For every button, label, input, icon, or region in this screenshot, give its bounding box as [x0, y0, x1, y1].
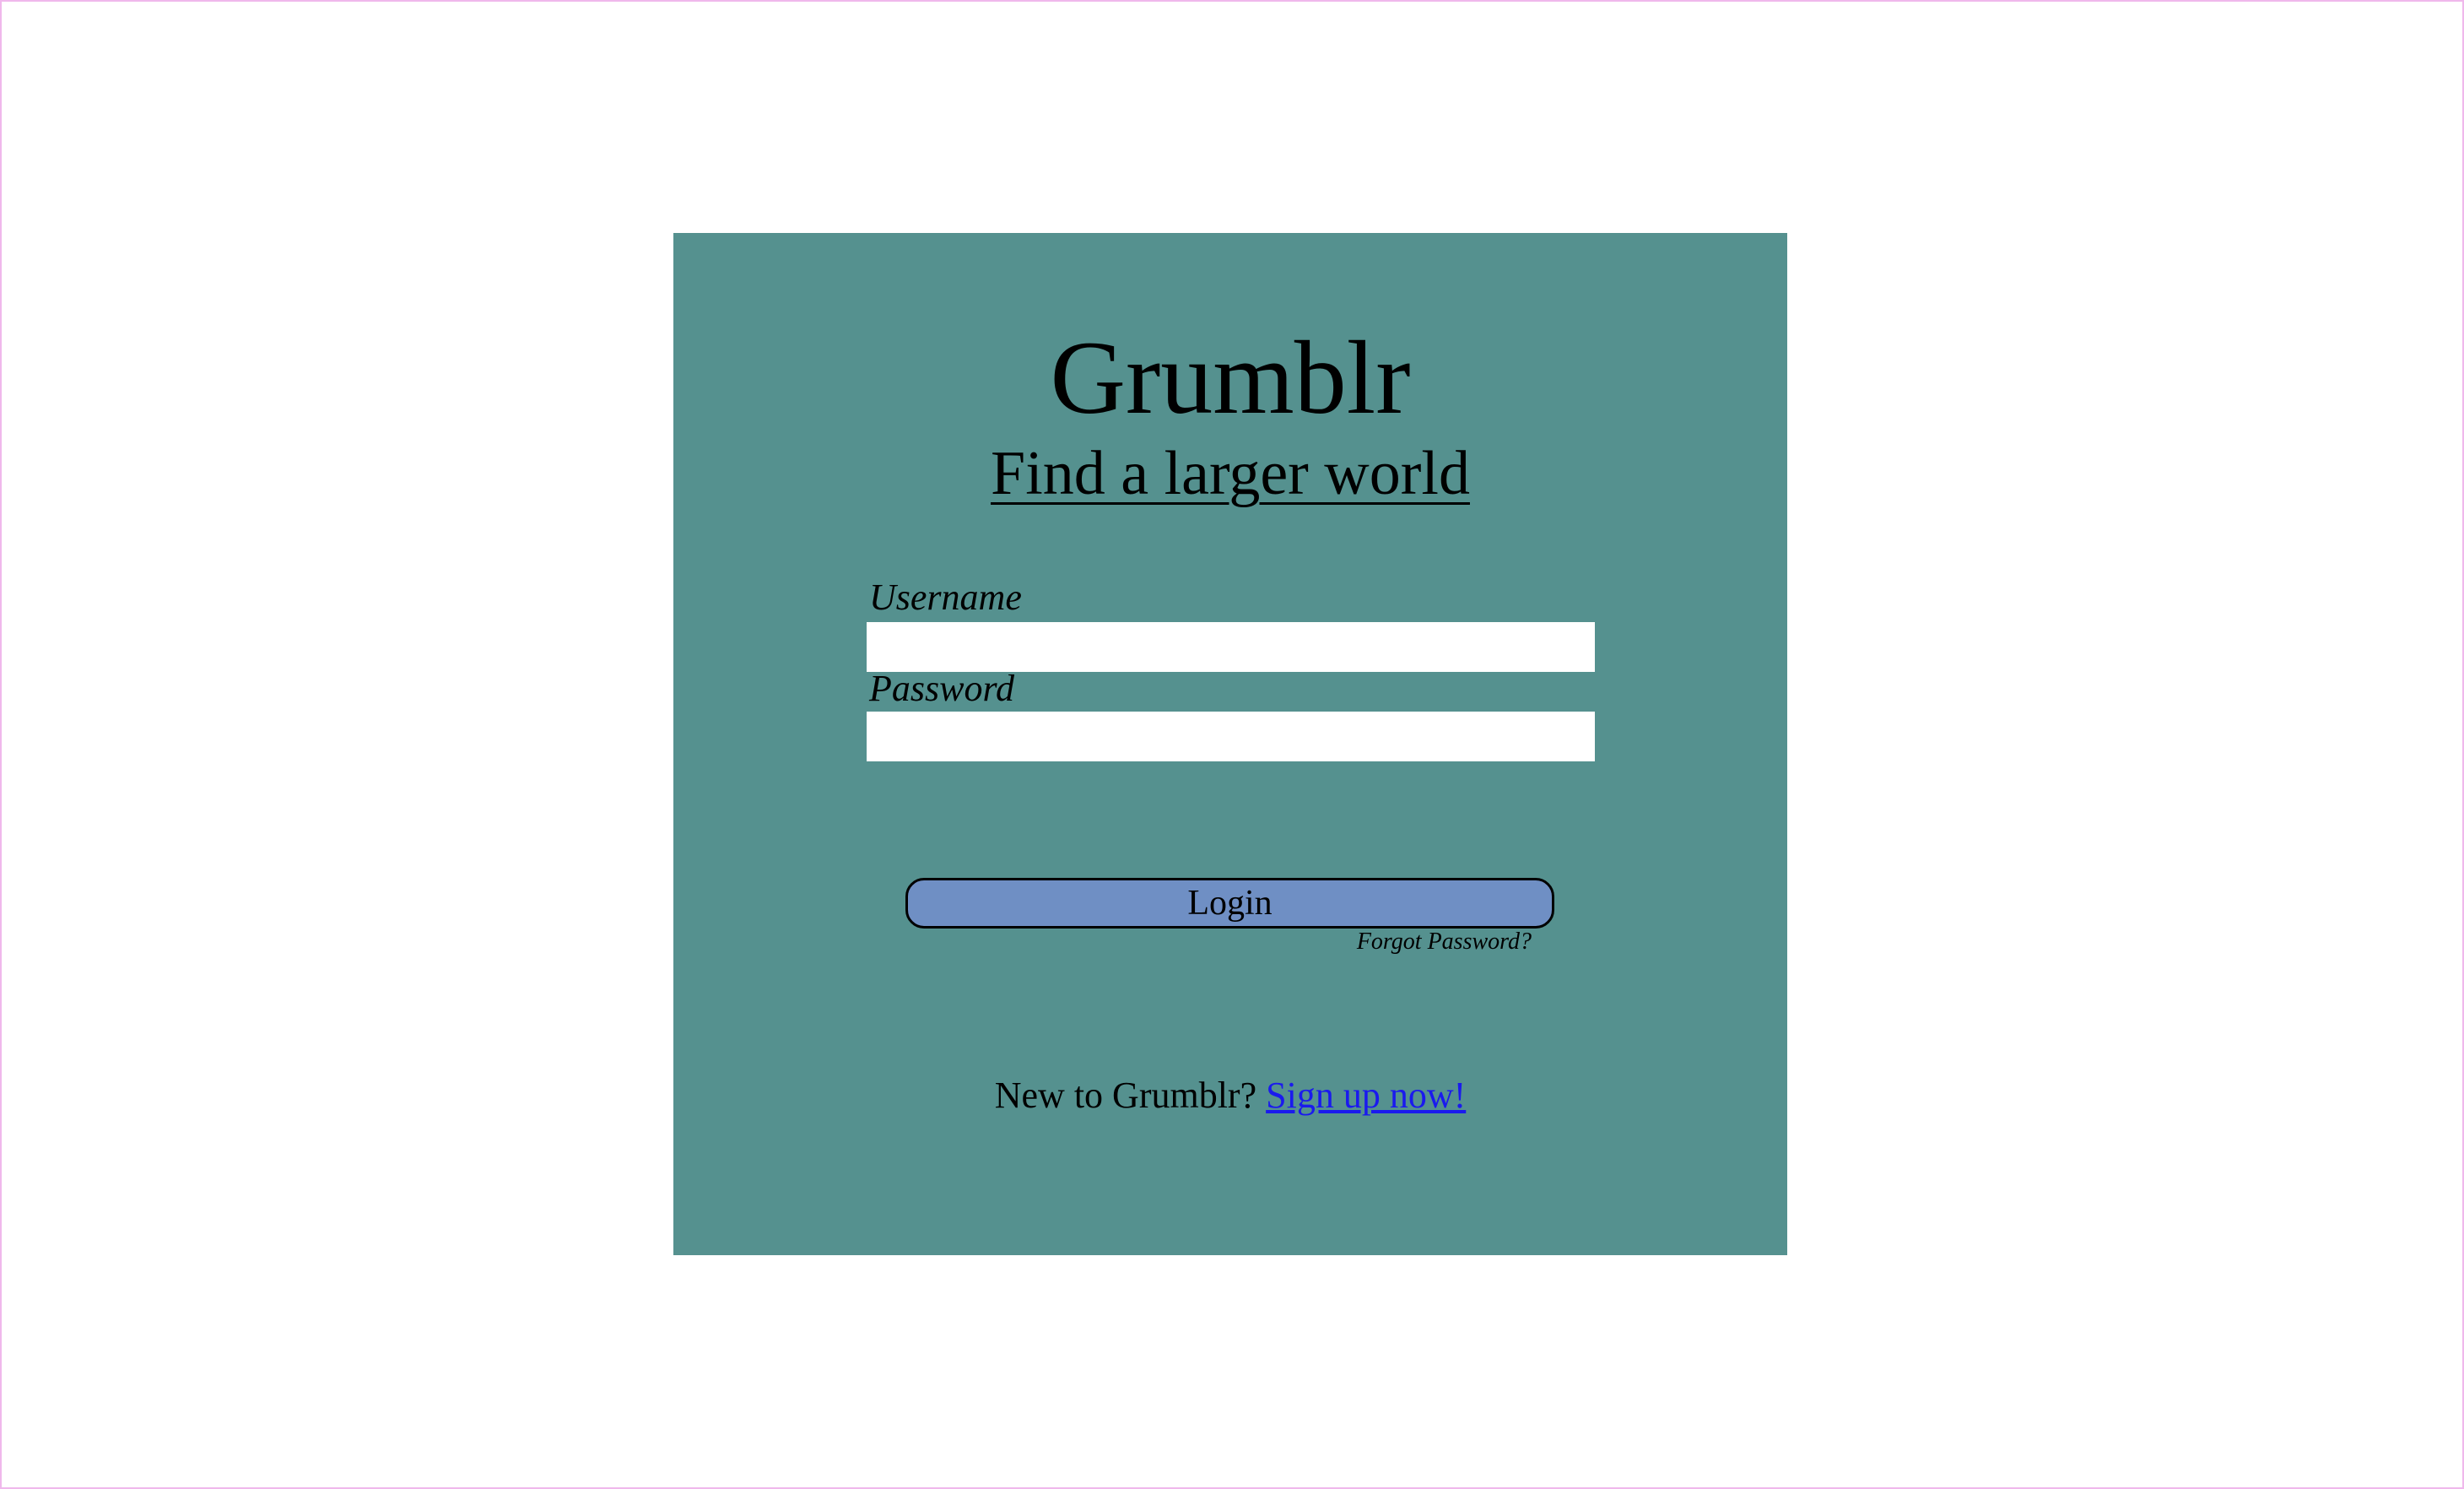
username-label: Username [869, 577, 1022, 618]
app-title: Grumblr [1050, 320, 1411, 436]
username-input[interactable] [867, 622, 1595, 672]
login-card: Grumblr Find a larger world Username Pas… [673, 233, 1787, 1255]
signup-prompt: New to Grumblr? [994, 1075, 1257, 1116]
signup-row: New to Grumblr? Sign up now! [673, 1077, 1787, 1114]
password-input[interactable] [867, 712, 1595, 761]
tagline-text: Find a larger world [991, 439, 1470, 508]
tagline: Find a larger world [673, 442, 1787, 505]
login-button[interactable]: Login [905, 878, 1554, 929]
password-label: Password [869, 668, 1014, 709]
forgot-password-link[interactable]: Forgot Password? [1357, 930, 1532, 954]
signup-link[interactable]: Sign up now! [1266, 1075, 1466, 1116]
